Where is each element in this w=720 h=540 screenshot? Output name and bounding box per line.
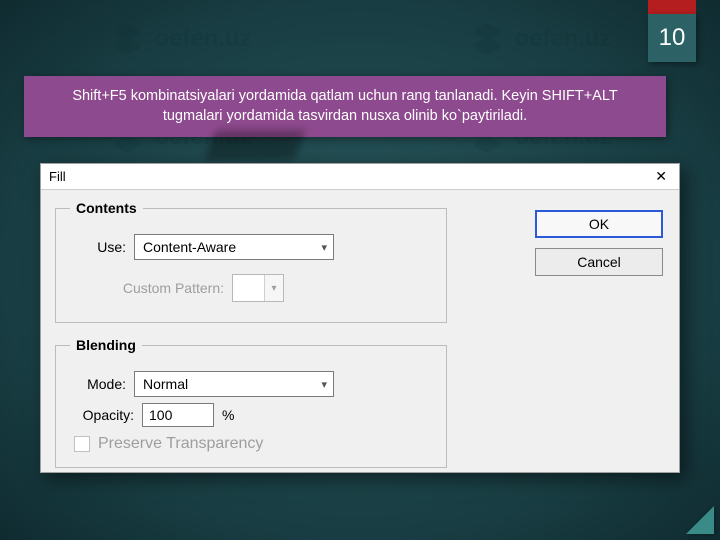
contents-legend: Contents — [70, 200, 143, 216]
fill-dialog: Fill ✕ Contents Use: Content-Aware ▾ Cus… — [40, 163, 680, 473]
close-icon[interactable]: ✕ — [651, 168, 671, 185]
opacity-unit: % — [222, 407, 234, 423]
slide-corner-decoration — [686, 506, 714, 534]
blending-legend: Blending — [70, 337, 142, 353]
mode-select[interactable]: Normal ▾ — [134, 371, 334, 397]
ok-button[interactable]: OK — [535, 210, 663, 238]
chevron-down-icon: ▾ — [321, 378, 327, 391]
chevron-down-icon: ▾ — [265, 283, 283, 294]
opacity-input[interactable] — [142, 403, 214, 427]
page-number-tab: 10 — [648, 0, 696, 62]
use-value: Content-Aware — [143, 239, 236, 255]
red-accent-tab — [648, 0, 696, 14]
dialog-titlebar[interactable]: Fill ✕ — [41, 164, 679, 190]
page-number: 10 — [648, 14, 696, 62]
cancel-button[interactable]: Cancel — [535, 248, 663, 276]
use-select[interactable]: Content-Aware ▾ — [134, 234, 334, 260]
opacity-label: Opacity: — [70, 407, 134, 423]
chevron-down-icon: ▾ — [321, 241, 327, 254]
contents-group: Contents Use: Content-Aware ▾ Custom Pat… — [55, 200, 447, 323]
slide-caption: Shift+F5 kombinatsiyalari yordamida qatl… — [24, 76, 666, 137]
pattern-swatch-icon — [233, 275, 265, 301]
preserve-transparency-checkbox — [74, 436, 90, 452]
custom-pattern-label: Custom Pattern: — [104, 280, 224, 296]
caption-shadow — [205, 130, 306, 160]
use-label: Use: — [70, 239, 126, 255]
preserve-transparency-label: Preserve Transparency — [98, 435, 263, 453]
blending-group: Blending Mode: Normal ▾ Opacity: % Prese… — [55, 337, 447, 468]
dialog-title: Fill — [49, 169, 66, 184]
custom-pattern-picker: ▾ — [232, 274, 284, 302]
mode-label: Mode: — [70, 376, 126, 392]
mode-value: Normal — [143, 376, 188, 392]
